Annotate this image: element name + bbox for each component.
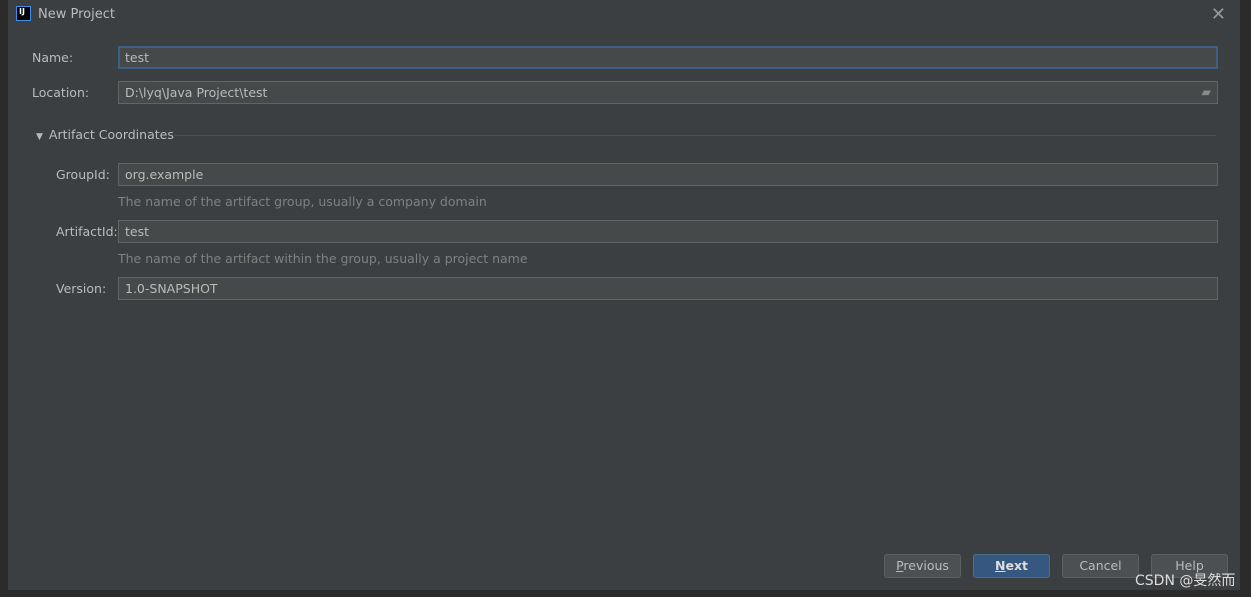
dialog-title: New Project [38, 7, 115, 22]
next-button[interactable]: Next [973, 554, 1050, 578]
folder-icon[interactable]: ▰ [1201, 84, 1211, 99]
title-bar: IJ New Project ✕ [8, 0, 1240, 30]
intellij-logo-icon: IJ [16, 6, 31, 21]
section-label: Artifact Coordinates [48, 127, 174, 142]
artifactid-input[interactable]: test [118, 220, 1218, 243]
version-input[interactable]: 1.0-SNAPSHOT [118, 277, 1218, 300]
groupid-label: GroupId: [56, 167, 110, 182]
version-label: Version: [56, 281, 107, 296]
artifactid-label: ArtifactId: [56, 224, 118, 239]
watermark: CSDN @旻然而 [1135, 573, 1236, 589]
new-project-dialog: IJ New Project ✕ Name: test Location: D:… [8, 0, 1241, 590]
location-label: Location: [32, 85, 90, 100]
triangle-down-icon: ▼ [36, 132, 43, 142]
artifact-coordinates-toggle[interactable]: ▼ Artifact Coordinates [36, 127, 174, 142]
name-label: Name: [32, 50, 74, 65]
location-value: D:\lyq\Java Project\test [125, 85, 268, 100]
close-icon[interactable]: ✕ [1211, 4, 1226, 25]
label: ext [1005, 558, 1028, 573]
groupid-input[interactable]: org.example [118, 163, 1218, 186]
groupid-hint: The name of the artifact group, usually … [118, 194, 487, 209]
name-input[interactable]: test [118, 46, 1218, 69]
label: revious [903, 558, 949, 573]
artifactid-hint: The name of the artifact within the grou… [118, 251, 528, 266]
section-divider [174, 135, 1216, 136]
location-input[interactable]: D:\lyq\Java Project\test ▰ [118, 81, 1218, 104]
cancel-button[interactable]: Cancel [1062, 554, 1139, 578]
mnemonic: N [995, 558, 1006, 573]
previous-button[interactable]: Previous [884, 554, 961, 578]
